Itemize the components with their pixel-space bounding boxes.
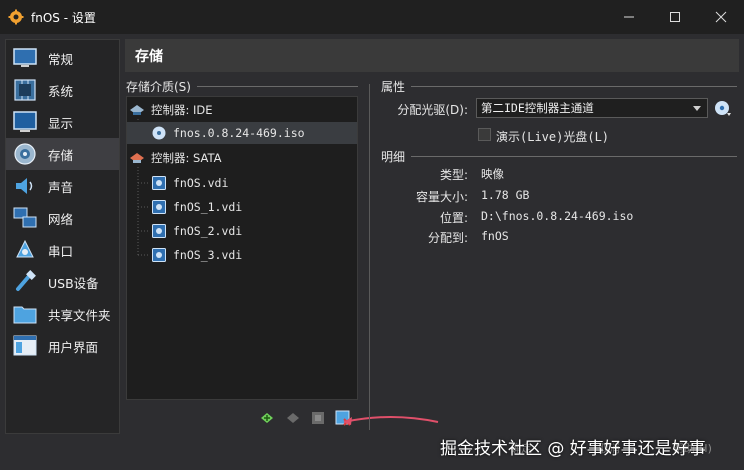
sidebar-item-label: 声音 — [48, 179, 74, 195]
chevron-down-icon — [693, 106, 701, 111]
sidebar-item-label: 串口 — [48, 243, 74, 259]
add-controller-icon[interactable] — [258, 409, 276, 427]
remove-controller-icon[interactable] — [284, 409, 302, 427]
live-cd-checkbox[interactable] — [478, 128, 491, 141]
tree-item-disk[interactable]: fnOS.vdi — [151, 172, 357, 194]
live-cd-label: 演示(Live)光盘(L) — [496, 130, 610, 144]
details-group: 明细 — [381, 148, 737, 165]
tree-item-disk[interactable]: fnOS_3.vdi — [151, 244, 357, 266]
sidebar-item-label: 共享文件夹 — [48, 307, 111, 323]
sidebar-item-label: 用户界面 — [48, 339, 99, 355]
sidebar-item-label: 常规 — [48, 51, 74, 67]
sidebar-item-storage[interactable]: 存储 — [6, 138, 119, 170]
tree-item-controller-ide[interactable]: 控制器: IDE — [129, 99, 357, 121]
divider — [411, 156, 737, 157]
hard-disk-icon — [152, 248, 166, 262]
close-button[interactable] — [698, 0, 744, 34]
storage-media-label: 存储介质(S) — [126, 80, 191, 94]
title-bar: fnOS - 设置 — [0, 0, 744, 34]
sidebar-item-audio[interactable]: 声音 — [6, 170, 119, 202]
shared-folder-icon — [13, 306, 37, 324]
sidebar-item-shared-folder[interactable]: 共享文件夹 — [6, 298, 119, 330]
system-icon — [14, 79, 36, 101]
window-title: fnOS - 设置 — [31, 10, 96, 25]
usb-icon — [16, 270, 36, 291]
tree-item-optical[interactable]: fnos.0.8.24-469.iso — [127, 122, 357, 144]
sidebar-item-label: USB设备 — [48, 275, 99, 291]
sidebar: 常规 系统 显示 存储 声音 网络 串口 USB设备 共享文件夹 用户界面 — [5, 39, 120, 434]
hard-disk-icon — [152, 200, 166, 214]
annotation-arrow — [343, 416, 439, 425]
divider — [369, 84, 370, 430]
detail-key: 位置: — [439, 211, 468, 225]
attributes-label: 属性 — [381, 80, 406, 94]
watermark: 掘金技术社区 @ 好事好事还是好事 — [440, 439, 706, 459]
detail-key: 容量大小: — [415, 190, 468, 204]
details-label: 明细 — [381, 150, 406, 164]
sidebar-item-label: 存储 — [48, 147, 74, 163]
minimize-icon — [624, 16, 634, 18]
detail-value: 1.78 GB — [481, 188, 530, 202]
add-attachment-icon[interactable] — [309, 409, 327, 427]
page-header: 存储 — [125, 39, 739, 72]
detail-key: 类型: — [439, 168, 468, 182]
sidebar-item-label: 系统 — [48, 83, 74, 99]
sidebar-item-user-interface[interactable]: 用户界面 — [6, 330, 119, 362]
network-icon — [13, 207, 37, 228]
sidebar-item-serial-port[interactable]: 串口 — [6, 234, 119, 266]
storage-icon — [14, 143, 36, 165]
controller-icon — [130, 105, 144, 115]
choose-disk-icon[interactable] — [714, 99, 732, 117]
attributes-group: 属性 — [381, 78, 737, 95]
optical-drive-select[interactable]: 第二IDE控制器主通道 — [476, 98, 708, 118]
sidebar-item-system[interactable]: 系统 — [6, 74, 119, 106]
detail-value: D:\fnos.0.8.24-469.iso — [481, 209, 634, 223]
hard-disk-icon — [152, 176, 166, 190]
sidebar-item-network[interactable]: 网络 — [6, 202, 119, 234]
divider — [411, 86, 737, 87]
sidebar-item-general[interactable]: 常规 — [6, 42, 119, 74]
tree-item-controller-sata[interactable]: 控制器: SATA — [129, 147, 357, 169]
storage-media-group: 存储介质(S) — [126, 78, 358, 95]
general-icon — [13, 48, 37, 67]
tree-item-disk[interactable]: fnOS_1.vdi — [151, 196, 357, 218]
detail-value: 映像 — [481, 167, 504, 181]
divider — [196, 86, 358, 87]
detail-key: 分配到: — [427, 231, 468, 245]
controller-icon — [130, 153, 144, 163]
page-title: 存储 — [135, 48, 163, 65]
optical-drive-label: 分配光驱(D): — [397, 103, 468, 117]
detail-value: fnOS — [481, 229, 509, 243]
maximize-button[interactable] — [652, 0, 698, 34]
serial-port-icon — [16, 239, 34, 258]
sidebar-item-usb[interactable]: USB设备 — [6, 266, 119, 298]
sidebar-item-label: 显示 — [48, 115, 74, 131]
close-icon — [715, 11, 727, 23]
minimize-button[interactable] — [606, 0, 652, 34]
tree-item-disk[interactable]: fnOS_2.vdi — [151, 220, 357, 242]
storage-tree[interactable]: 控制器: IDE fnos.0.8.24-469.iso 控制器: SATA f… — [126, 96, 358, 400]
sidebar-item-display[interactable]: 显示 — [6, 106, 119, 138]
audio-icon — [16, 178, 33, 194]
sidebar-item-label: 网络 — [48, 211, 74, 227]
optical-disc-icon — [152, 126, 166, 140]
user-interface-icon — [13, 335, 37, 356]
maximize-icon — [670, 12, 680, 22]
gear-icon — [8, 9, 24, 25]
hard-disk-icon — [152, 224, 166, 238]
display-icon — [13, 111, 37, 132]
